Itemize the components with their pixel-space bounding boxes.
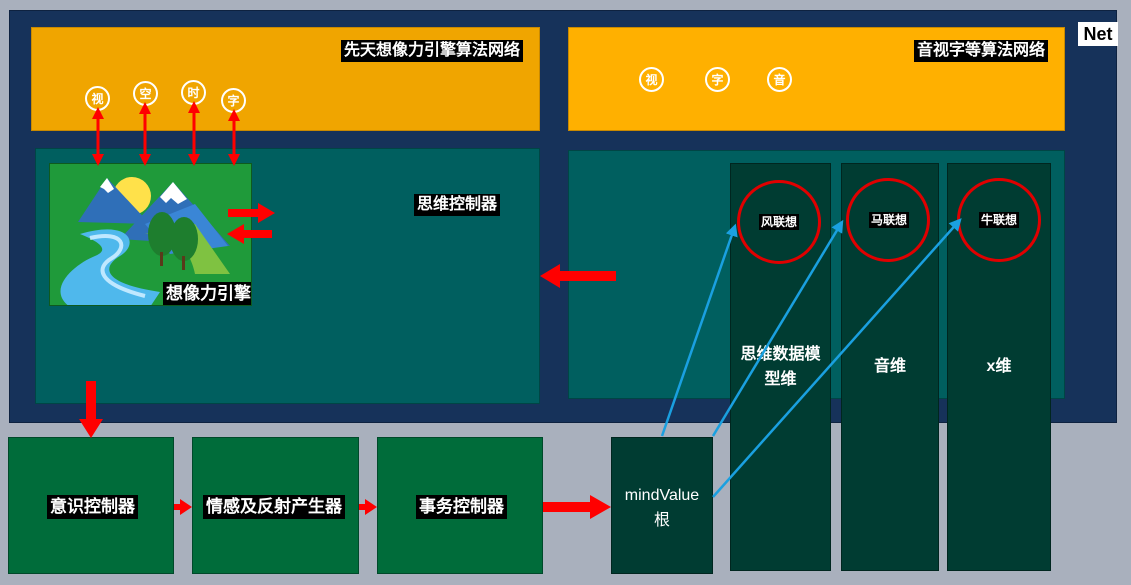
mindvalue-root: mindValue 根 [611,437,713,574]
innate-imagination-network: 先天想像力引擎算法网络 [31,27,540,131]
consciousness-controller-label: 意识控制器 [47,495,138,519]
circle-char: 字 [221,88,246,113]
innate-network-title: 先天想像力引擎算法网络 [340,40,523,62]
circle-space: 空 [133,81,158,106]
column-label-x: x维 [986,358,1012,375]
net-label: Net [1078,22,1118,46]
imagination-engine: 想像力引擎 [49,163,252,306]
consciousness-to-emotion-arrow [174,499,192,515]
mindvalue-label: mindValue [624,487,700,504]
horse-association-label: 马联想 [869,212,910,228]
cow-association-label: 牛联想 [979,212,1020,228]
emotion-reflex-generator-label: 情感及反射产生器 [203,495,345,519]
mindvalue-root-label: 根 [653,512,670,529]
circle-vision-2: 视 [639,67,664,92]
imagination-engine-label: 想像力引擎 [163,282,251,305]
emotion-to-affairs-arrow [359,499,377,515]
av-network-title: 音视字等算法网络 [913,40,1048,62]
thinking-controller-label: 思维控制器 [414,194,501,216]
column-label-sound: 音维 [873,358,906,375]
consciousness-controller: 意识控制器 [8,437,174,574]
emotion-reflex-generator: 情感及反射产生器 [192,437,359,574]
affairs-to-mindvalue-arrow [543,495,611,519]
affairs-controller-label: 事务控制器 [416,495,507,519]
circle-vision: 视 [85,86,110,111]
circle-char-2: 字 [705,67,730,92]
column-label-thinking: 思维数据模 型维 [740,346,821,388]
circle-time: 时 [181,80,206,105]
affairs-controller: 事务控制器 [377,437,543,574]
wind-association-label: 风联想 [759,214,800,230]
circle-sound: 音 [767,67,792,92]
